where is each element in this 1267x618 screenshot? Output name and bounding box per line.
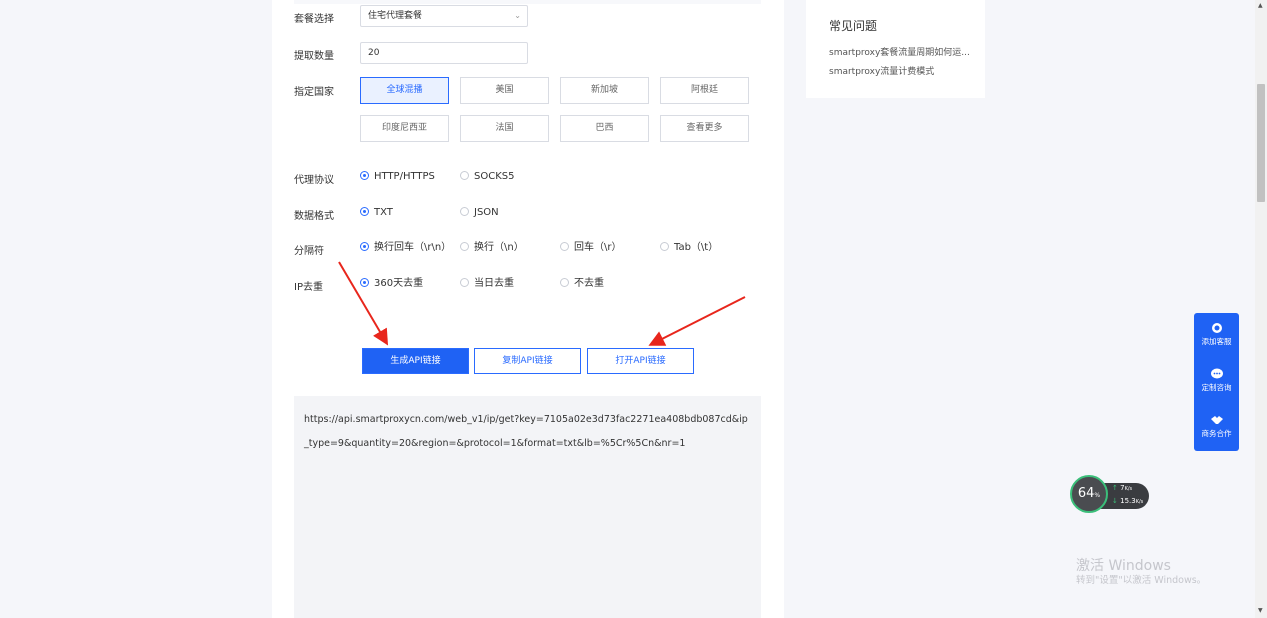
generate-api-button[interactable]: 生成API链接 [362,348,469,374]
country-more[interactable]: 查看更多 [660,115,749,142]
format-json-radio[interactable]: JSON [460,206,499,220]
dedup-360-radio[interactable]: 360天去重 [360,277,423,291]
radio-label: JSON [474,207,499,218]
dedup-none-radio[interactable]: 不去重 [560,277,604,291]
download-speed: ↓ 15.3K/s [1112,497,1143,505]
faq-item[interactable]: smartproxy流量计费模式 [829,64,974,77]
gauge-percent: 64 [1077,486,1095,501]
scroll-thumb[interactable] [1257,84,1265,202]
business-coop-button[interactable]: 商务合作 [1194,414,1239,439]
scroll-down-icon[interactable]: ▼ [1258,607,1263,614]
radio-dot [560,242,569,251]
format-label: 数据格式 [294,211,334,222]
radio-dot [360,242,369,251]
add-support-button[interactable]: 添加客服 [1194,322,1239,347]
download-value: 15.3 [1120,497,1136,505]
radio-dot [360,207,369,216]
radio-label: HTTP/HTTPS [374,171,435,182]
package-select[interactable]: 住宅代理套餐 ⌄ [360,5,528,27]
gauge-percent-unit: % [1094,492,1101,499]
country-argentina[interactable]: 阿根廷 [660,77,749,104]
chat-icon [1210,368,1223,379]
float-label: 商务合作 [1201,429,1232,438]
country-france[interactable]: 法国 [460,115,549,142]
separator-tab-radio[interactable]: Tab（\t） [660,241,718,255]
down-arrow-icon: ↓ [1112,497,1118,505]
radio-label: 当日去重 [474,278,514,289]
radio-dot [560,278,569,287]
floating-contact-bar: 添加客服 定制咨询 商务合作 [1194,313,1239,451]
package-label: 套餐选择 [294,14,334,25]
radio-label: 不去重 [574,278,604,289]
radio-label: 360天去重 [374,278,424,289]
country-global[interactable]: 全球混播 [360,77,449,104]
dedup-label: IP去重 [294,282,323,293]
radio-dot [360,171,369,180]
radio-label: 换行（\n） [474,242,524,253]
gauge-circle: 64% [1070,475,1108,513]
radio-label: Tab（\t） [674,242,719,253]
dedup-today-radio[interactable]: 当日去重 [460,277,514,291]
radio-dot [460,242,469,251]
float-label: 添加客服 [1201,337,1232,346]
custom-consult-button[interactable]: 定制咨询 [1194,368,1239,393]
chevron-down-icon: ⌄ [514,11,521,20]
activate-windows-subtitle: 转到"设置"以激活 Windows。 [1076,575,1207,586]
radio-label: 回车（\r） [574,242,622,253]
country-brazil[interactable]: 巴西 [560,115,649,142]
upload-unit: K/s [1124,486,1133,492]
separator-cr-radio[interactable]: 回车（\r） [560,241,621,255]
upload-speed: ↑ 7K/s [1112,484,1132,492]
separator-crlf-radio[interactable]: 换行回车（\r\n） [360,241,451,255]
page-scrollbar[interactable]: ▲ ▼ [1255,0,1267,618]
faq-item[interactable]: smartproxy套餐流量周期如何运... [829,45,974,58]
radio-dot [460,171,469,180]
api-url-output[interactable]: https://api.smartproxycn.com/web_v1/ip/g… [294,396,761,618]
radio-label: TXT [374,207,393,218]
copy-api-button[interactable]: 复制API链接 [474,348,581,374]
protocol-label: 代理协议 [294,175,334,186]
radio-dot [660,242,669,251]
format-txt-radio[interactable]: TXT [360,206,393,220]
headset-icon [1211,323,1222,333]
radio-label: SOCKS5 [474,171,515,182]
float-label: 定制咨询 [1201,383,1232,392]
faq-title: 常见问题 [829,19,878,33]
radio-dot [460,278,469,287]
network-speed-widget[interactable]: 64% ↑ 7K/s ↓ 15.3K/s [1070,475,1150,515]
country-label: 指定国家 [294,87,334,98]
country-us[interactable]: 美国 [460,77,549,104]
separator-label: 分隔符 [294,246,324,257]
country-indonesia[interactable]: 印度尼西亚 [360,115,449,142]
faq-card: 常见问题 smartproxy套餐流量周期如何运... smartproxy流量… [806,0,985,98]
scroll-up-icon[interactable]: ▲ [1258,2,1263,9]
top-divider [294,0,761,4]
radio-dot [360,278,369,287]
handshake-icon [1210,416,1223,424]
radio-dot [460,207,469,216]
radio-label: 换行回车（\r\n） [374,242,452,253]
up-arrow-icon: ↑ [1112,484,1118,492]
open-api-button[interactable]: 打开API链接 [587,348,694,374]
download-unit: K/s [1135,499,1144,505]
country-singapore[interactable]: 新加坡 [560,77,649,104]
protocol-socks5-radio[interactable]: SOCKS5 [460,170,514,184]
quantity-input[interactable] [360,42,528,64]
package-select-value: 住宅代理套餐 [368,11,423,21]
qty-label: 提取数量 [294,51,334,62]
separator-lf-radio[interactable]: 换行（\n） [460,241,524,255]
protocol-http-radio[interactable]: HTTP/HTTPS [360,170,435,184]
